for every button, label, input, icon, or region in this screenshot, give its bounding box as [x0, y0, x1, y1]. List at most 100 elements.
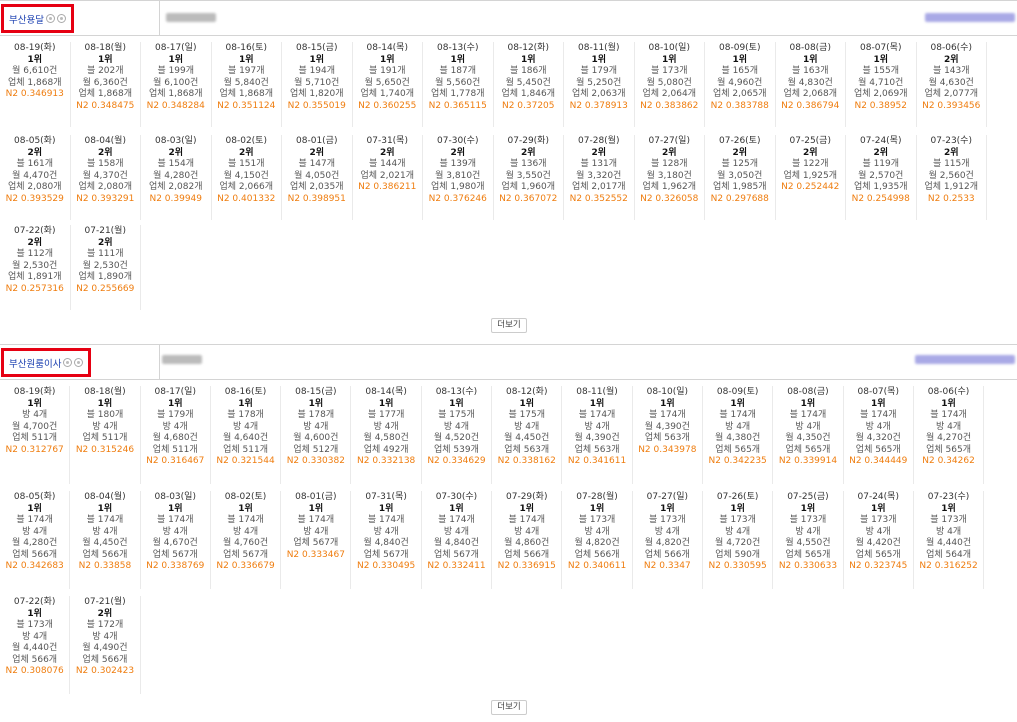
- rank-cell[interactable]: 08-18(월) 1위 블 202개 월 6,360건 업체 1,868개 N2 0.34…: [71, 42, 141, 127]
- rank-label: 1위: [449, 398, 464, 409]
- rank-cell[interactable]: 08-06(수) 1위 블 174개 방 4개 월 4,270건 업체 565개 N2 0.…: [914, 386, 985, 484]
- rank-cell[interactable]: 07-21(월) 2위 블 172개 방 4개 월 4,490건 업체 566개 N2 0.…: [70, 596, 141, 694]
- more-button[interactable]: 더보기: [491, 318, 527, 333]
- rank-cell[interactable]: 08-14(목) 1위 블 191개 월 5,650건 업체 1,740개 N2 0.36…: [353, 42, 423, 127]
- rank-cell[interactable]: 07-27(일) 2위 블 128개 월 3,180건 업체 1,962개 N2 0.32…: [635, 135, 705, 220]
- rank-cell[interactable]: 07-26(토) 2위 블 125개 월 3,050건 업체 1,985개 N2 0.29…: [705, 135, 776, 220]
- rank-cell[interactable]: 08-08(금) 1위 블 174개 방 4개 월 4,350건 업체 565개 N2 0.…: [773, 386, 844, 484]
- place-icon[interactable]: [56, 14, 66, 23]
- rank-label: 1위: [870, 398, 886, 409]
- rank-cell[interactable]: 07-26(토) 1위 블 173개 방 4개 월 4,720건 업체 590개 N2 0.…: [703, 491, 774, 589]
- stat-line: 업체 567개: [434, 549, 479, 560]
- rank-label: 1위: [97, 398, 113, 409]
- date-label: 08-08(금): [789, 43, 831, 53]
- rank-cell[interactable]: 08-15(금) 1위 블 194개 월 5,710건 업체 1,820개 N2 0.35…: [282, 42, 353, 127]
- rank-cell[interactable]: 08-17(일) 1위 블 199개 월 6,100건 업체 1,868개 N2 0.34…: [141, 42, 212, 127]
- rank-cell[interactable]: 07-25(금) 1위 블 173개 방 4개 월 4,550건 업체 565개 N2 0.…: [773, 491, 844, 589]
- rank-cell[interactable]: 08-08(금) 1위 블 163개 월 4,830건 업체 2,068개 N2 0.38…: [776, 42, 846, 127]
- rank-cell[interactable]: 08-01(금) 1위 블 174개 방 4개 업체 567개 N2 0.333467: [281, 491, 352, 589]
- rank-cell[interactable]: 08-19(화) 1위 월 6,610건 업체 1,868개 N2 0.346913: [0, 42, 71, 127]
- rank-cell[interactable]: 08-15(금) 1위 블 178개 방 4개 월 4,600건 업체 512개 N2 0.…: [281, 386, 352, 484]
- rank-cell[interactable]: 07-21(월) 2위 블 111개 월 2,530건 업체 1,890개 N2 0.25…: [71, 225, 141, 310]
- rank-cell[interactable]: 08-13(수) 1위 블 187개 월 5,560건 업체 1,778개 N2 0.36…: [423, 42, 494, 127]
- stat-line: 방 4개: [232, 421, 259, 432]
- rank-cell[interactable]: 08-07(목) 1위 블 155개 월 4,710건 업체 2,069개 N2 0.38…: [846, 42, 917, 127]
- stat-line: 월 4,280건: [153, 170, 199, 181]
- rank-cell[interactable]: 07-28(월) 1위 블 173개 방 4개 월 4,820건 업체 566개 N2 0.…: [562, 491, 633, 589]
- rank-cell[interactable]: 08-05(화) 1위 블 174개 방 4개 월 4,280건 업체 566개 N2 0.…: [0, 491, 71, 589]
- stat-line: 월 6,100건: [153, 77, 199, 88]
- stat-line: 블 174개: [578, 410, 616, 420]
- rank-cell[interactable]: 08-04(월) 2위 블 158개 월 4,370건 업체 2,080개 N2 0.39…: [71, 135, 141, 220]
- rank-cell[interactable]: 08-09(토) 1위 블 174개 방 4개 월 4,380건 업체 565개 N2 0.…: [703, 386, 774, 484]
- rank-cell[interactable]: 07-22(화) 1위 블 173개 방 4개 월 4,440건 업체 566개 N2 0.…: [0, 596, 71, 694]
- rank-cell[interactable]: 07-23(수) 2위 블 115개 월 2,560건 업체 1,912개 N2 0.25…: [917, 135, 987, 220]
- stat-line: 방 4개: [725, 421, 751, 432]
- date-label: 08-12(화): [507, 43, 549, 53]
- rank-cell[interactable]: 08-03(일) 2위 블 154개 월 4,280건 업체 2,082개 N2 0.39…: [141, 135, 212, 220]
- rank-cell[interactable]: 07-28(월) 2위 블 131개 월 3,320건 업체 2,017개 N2 0.35…: [564, 135, 635, 220]
- rank-cell[interactable]: 08-10(일) 1위 블 173개 월 5,080건 업체 2,064개 N2 0.38…: [635, 42, 705, 127]
- rank-label: 1위: [520, 54, 536, 65]
- rank-cell[interactable]: 08-17(일) 1위 블 179개 방 4개 월 4,680건 업체 511개 N2 0.…: [141, 386, 211, 484]
- stat-line: 월 5,080건: [646, 77, 692, 88]
- rank-cell[interactable]: 08-14(목) 1위 블 177개 방 4개 월 4,580건 업체 492개 N2 0.…: [352, 386, 422, 484]
- rank-cell[interactable]: 08-11(월) 1위 블 174개 방 4개 월 4,390건 업체 563개 N2 0.…: [562, 386, 633, 484]
- rank-cell[interactable]: 07-29(화) 2위 블 136개 월 3,550건 업체 1,960개 N2 0.36…: [494, 135, 564, 220]
- date-label: 08-16(토): [224, 387, 267, 397]
- stat-line: 블 173개: [719, 515, 756, 525]
- rank-cell[interactable]: 08-10(일) 1위 블 174개 월 4,390건 업체 563개 N2 0.3439…: [633, 386, 703, 484]
- rank-cell[interactable]: 08-12(화) 1위 블 175개 방 4개 월 4,450건 업체 563개 N2 0.…: [492, 386, 563, 484]
- rank-label: 1위: [308, 398, 324, 409]
- stat-line: 블 173개: [16, 620, 53, 630]
- rank-cell[interactable]: 08-03(일) 1위 블 174개 방 4개 월 4,670건 업체 567개 N2 0.…: [141, 491, 211, 589]
- rank-cell[interactable]: 07-25(금) 2위 블 122개 업체 1,925개 N2 0.252442: [776, 135, 846, 220]
- rank-cell[interactable]: 08-19(화) 1위 방 4개 월 4,700건 업체 511개 N2 0.312767: [0, 386, 71, 484]
- rank-cell[interactable]: 07-30(수) 2위 블 139개 월 3,810건 업체 1,980개 N2 0.37…: [423, 135, 494, 220]
- rank-cell[interactable]: 07-31(목) 1위 블 174개 방 4개 월 4,840건 업체 567개 N2 0.…: [352, 491, 422, 589]
- rank-cell[interactable]: 07-29(화) 1위 블 174개 방 4개 월 4,860건 업체 566개 N2 0.…: [492, 491, 563, 589]
- rank-cell[interactable]: 08-02(토) 2위 블 151개 월 4,150건 업체 2,066개 N2 0.40…: [212, 135, 282, 220]
- rank-cell[interactable]: 08-04(월) 1위 블 174개 방 4개 월 4,450건 업체 566개 N2 0.…: [70, 491, 141, 589]
- stat-line: 월 4,050건: [294, 170, 340, 181]
- rank-cell[interactable]: 08-07(목) 1위 블 174개 방 4개 월 4,320건 업체 565개 N2 0.…: [844, 386, 914, 484]
- stat-line: 월 5,560건: [435, 77, 481, 88]
- date-label: 08-04(월): [84, 136, 126, 146]
- rank-cell[interactable]: 08-16(토) 1위 블 178개 방 4개 월 4,640건 업체 511개 N2 0.…: [211, 386, 282, 484]
- stat-line: 블 131개: [580, 159, 618, 169]
- rank-cell[interactable]: 08-12(화) 1위 블 186개 월 5,450건 업체 1,846개 N2 0.37…: [494, 42, 564, 127]
- stat-line: 월 4,390건: [574, 433, 620, 443]
- rank-cell[interactable]: 07-27(일) 1위 블 173개 방 4개 월 4,820건 업체 566개 N2 0.…: [633, 491, 703, 589]
- stat-line: 월 5,650건: [364, 77, 410, 88]
- rank-cell[interactable]: 08-06(수) 2위 블 143개 월 4,630건 업체 2,077개 N2 0.39…: [917, 42, 987, 127]
- stat-line: 블 154개: [157, 159, 195, 169]
- date-label: 08-19(화): [13, 387, 56, 397]
- rank-cell[interactable]: 08-05(화) 2위 블 161개 월 4,470건 업체 2,080개 N2 0.39…: [0, 135, 71, 220]
- rank-cell[interactable]: 08-11(월) 1위 블 179개 월 5,250건 업체 2,063개 N2 0.37…: [564, 42, 635, 127]
- rank-cell[interactable]: 07-31(목) 2위 블 144개 업체 2,021개 N2 0.386211: [353, 135, 423, 220]
- rank-cell[interactable]: 08-13(수) 1위 블 175개 방 4개 월 4,520건 업체 539개 N2 0.…: [422, 386, 493, 484]
- rank-cell[interactable]: 08-02(토) 1위 블 174개 방 4개 월 4,760건 업체 567개 N2 0.…: [211, 491, 282, 589]
- rank-cell[interactable]: 07-23(수) 1위 블 173개 방 4개 월 4,440건 업체 564개 N2 0.…: [914, 491, 985, 589]
- rank-cell[interactable]: 07-24(목) 1위 블 173개 방 4개 월 4,420건 업체 565개 N2 0.…: [844, 491, 914, 589]
- rank-cell[interactable]: 08-18(월) 1위 블 180개 방 4개 업체 511개 N2 0.315246: [70, 386, 141, 484]
- stat-line: 블 194개: [298, 66, 336, 76]
- info-icon[interactable]: [63, 358, 73, 367]
- rank-cell[interactable]: 08-16(토) 1위 블 197개 월 5,840건 업체 1,868개 N2 0.35…: [212, 42, 282, 127]
- rank-cell[interactable]: 07-30(수) 1위 블 174개 방 4개 월 4,840건 업체 567개 N2 0.…: [422, 491, 493, 589]
- shop-name-link[interactable]: 부산원룸이사: [9, 356, 61, 370]
- shop-name-link[interactable]: 부산용달: [9, 12, 44, 26]
- rank-cell[interactable]: 07-24(목) 2위 블 119개 월 2,570건 업체 1,935개 N2 0.25…: [846, 135, 917, 220]
- rank-cell[interactable]: 08-01(금) 2위 블 147개 월 4,050건 업체 2,035개 N2 0.39…: [282, 135, 353, 220]
- rank-cell[interactable]: 07-22(화) 2위 블 112개 월 2,530건 업체 1,891개 N2 0.25…: [0, 225, 71, 310]
- rank-cell[interactable]: 08-09(토) 1위 블 165개 월 4,960건 업체 2,065개 N2 0.38…: [705, 42, 776, 127]
- rank-label: 2위: [379, 147, 395, 158]
- rank-label: 2위: [97, 147, 113, 158]
- n2-score: N2 0.338162: [497, 456, 556, 466]
- shop-header: 부산원룸이사: [0, 344, 1017, 380]
- place-icon[interactable]: [74, 358, 84, 367]
- n2-score: N2 0.332138: [357, 456, 416, 466]
- info-icon[interactable]: [45, 14, 55, 23]
- more-button[interactable]: 더보기: [491, 700, 527, 715]
- stat-line: 업체 565개: [926, 444, 971, 455]
